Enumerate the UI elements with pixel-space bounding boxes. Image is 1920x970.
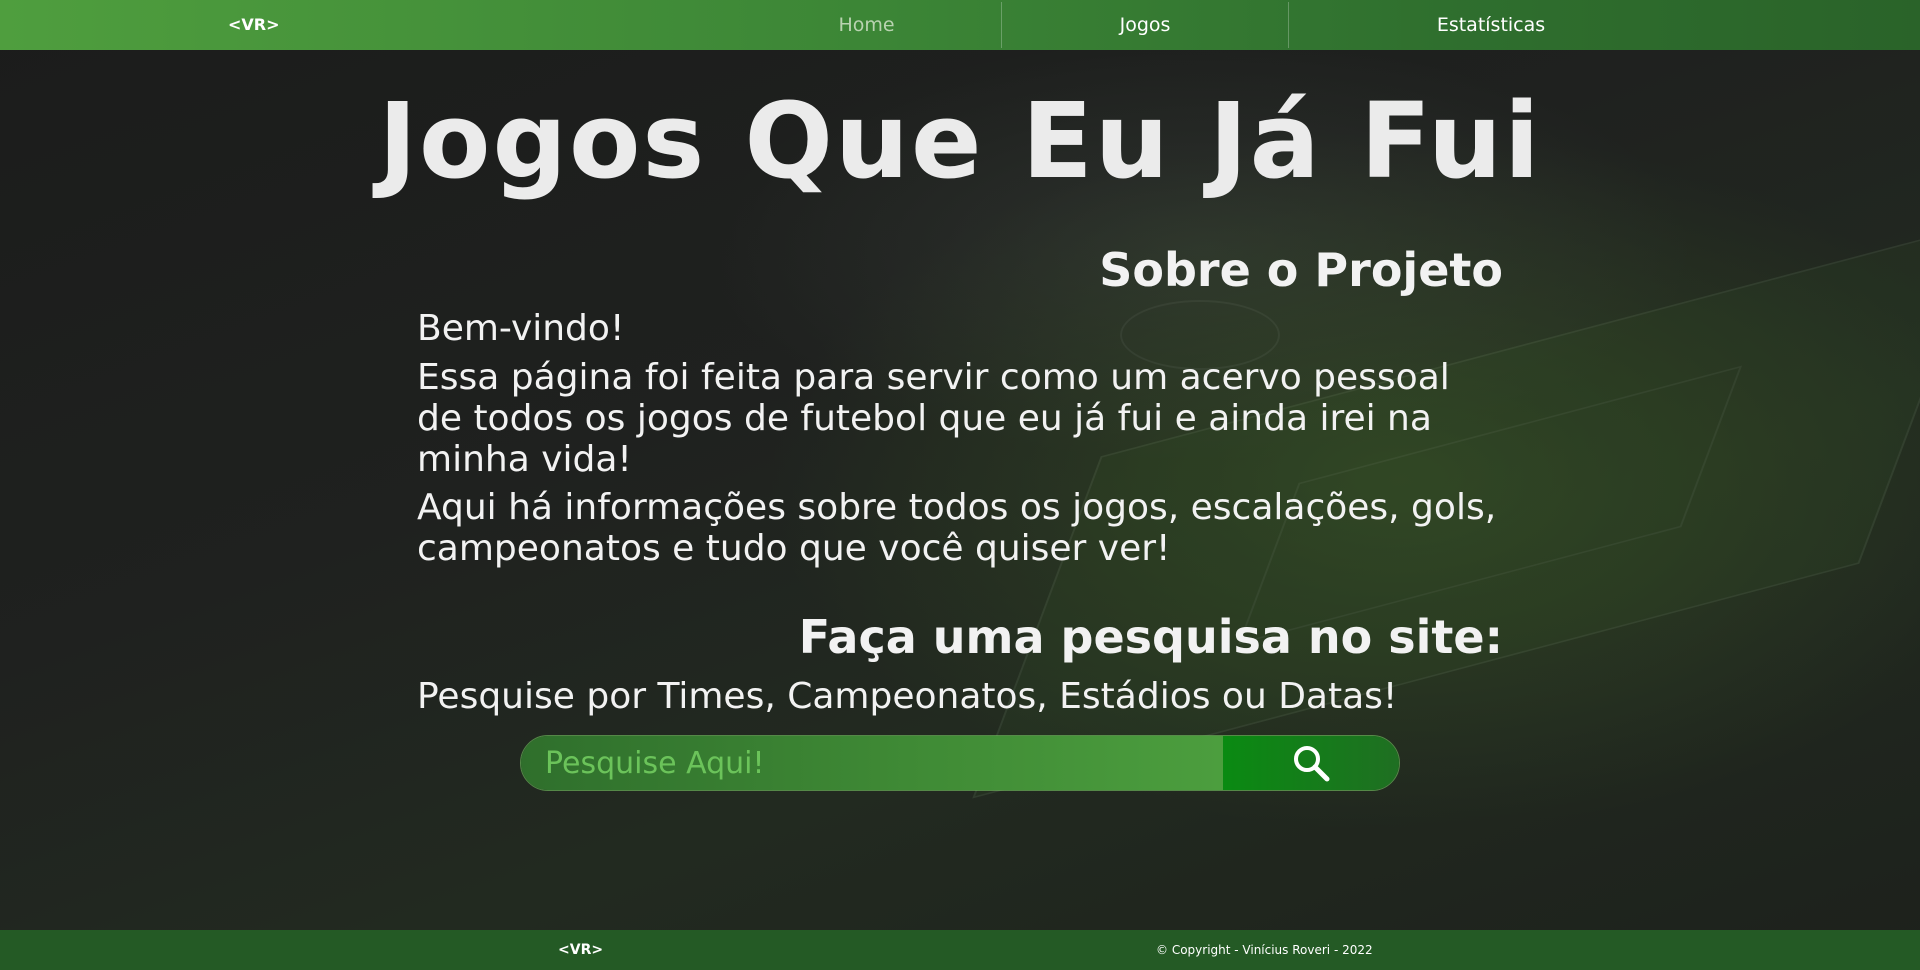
- about-paragraph-2: Aqui há informações sobre todos os jogos…: [417, 487, 1497, 569]
- nav-jogos[interactable]: Jogos: [1001, 2, 1289, 48]
- main-nav: Home Jogos Estatísticas: [732, 0, 1693, 50]
- search-input[interactable]: [521, 736, 1223, 790]
- main-content: Jogos Que Eu Já Fui Sobre o Projeto Bem-…: [0, 0, 1920, 880]
- welcome-text: Bem-vindo!: [417, 308, 625, 349]
- header-logo[interactable]: <VR>: [228, 0, 280, 50]
- footer: <VR> © Copyright - Vinícius Roveri - 202…: [0, 930, 1920, 970]
- footer-logo[interactable]: <VR>: [558, 930, 603, 970]
- page-title: Jogos Que Eu Já Fui: [378, 80, 1542, 202]
- search-form: [520, 735, 1400, 791]
- about-title: Sobre o Projeto: [1099, 243, 1503, 297]
- nav-estatisticas[interactable]: Estatísticas: [1289, 2, 1693, 48]
- search-hint: Pesquise por Times, Campeonatos, Estádio…: [417, 676, 1398, 717]
- top-navbar: <VR> Home Jogos Estatísticas: [0, 0, 1920, 50]
- search-button[interactable]: [1223, 736, 1399, 790]
- search-icon: [1294, 746, 1330, 782]
- footer-copyright: © Copyright - Vinícius Roveri - 2022: [1156, 943, 1373, 957]
- nav-home[interactable]: Home: [732, 2, 1001, 48]
- search-title: Faça uma pesquisa no site:: [798, 610, 1503, 664]
- about-paragraph-1: Essa página foi feita para servir como u…: [417, 357, 1450, 480]
